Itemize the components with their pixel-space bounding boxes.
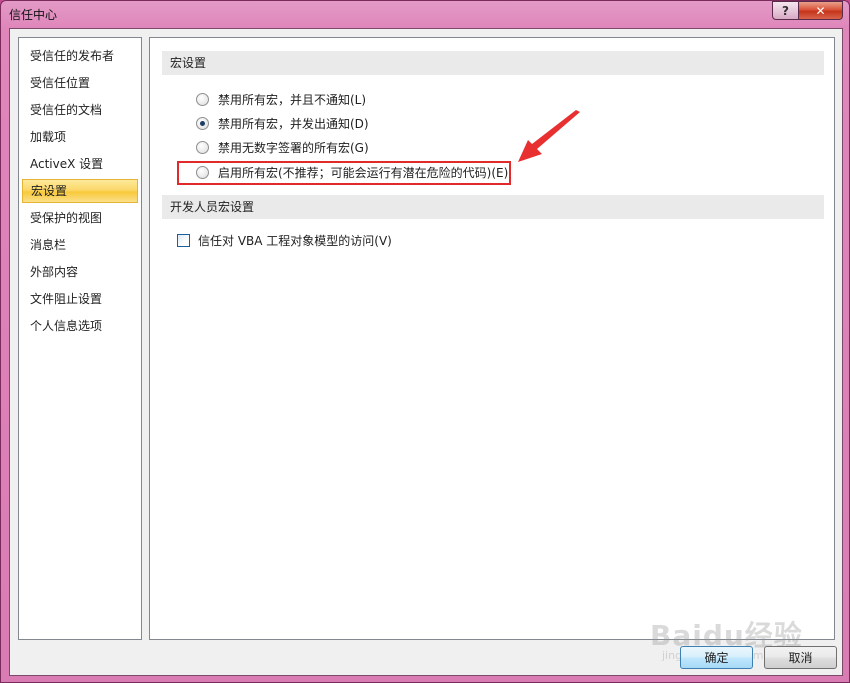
trust-center-dialog: 信任中心 ? ✕ 受信任的发布者 受信任位置 受信任的文档 加载项 Active… <box>0 0 850 683</box>
sidebar-nav: 受信任的发布者 受信任位置 受信任的文档 加载项 ActiveX 设置 宏设置 … <box>18 37 142 640</box>
settings-panel: 宏设置 禁用所有宏，并且不通知(L) 禁用所有宏，并发出通知(D) 禁用无数字签… <box>149 37 835 640</box>
cancel-button[interactable]: 取消 <box>764 646 837 669</box>
ok-button[interactable]: 确定 <box>680 646 753 669</box>
vba-access-label: 信任对 VBA 工程对象模型的访问(V) <box>198 233 392 248</box>
radio-label: 禁用所有宏，并且不通知(L) <box>218 92 367 107</box>
help-icon: ? <box>782 3 789 18</box>
sidebar-item-macro-settings[interactable]: 宏设置 <box>22 179 138 203</box>
macro-settings-header: 宏设置 <box>162 51 824 75</box>
annotation-highlight-box <box>177 161 511 185</box>
help-button[interactable]: ? <box>772 1 799 20</box>
sidebar-item-trusted-publishers[interactable]: 受信任的发布者 <box>22 44 138 68</box>
title-buttons: ? ✕ <box>772 1 843 20</box>
sidebar-item-external-content[interactable]: 外部内容 <box>22 260 138 284</box>
radio-disable-no-notify[interactable]: 禁用所有宏，并且不通知(L) <box>196 90 366 108</box>
sidebar-item-trusted-locations[interactable]: 受信任位置 <box>22 71 138 95</box>
sidebar-item-activex[interactable]: ActiveX 设置 <box>22 152 138 176</box>
title-bar[interactable]: 信任中心 ? ✕ <box>1 1 849 28</box>
sidebar-item-privacy-options[interactable]: 个人信息选项 <box>22 314 138 338</box>
radio-disable-with-notify[interactable]: 禁用所有宏，并发出通知(D) <box>196 114 369 132</box>
vba-access-checkbox-row[interactable]: 信任对 VBA 工程对象模型的访问(V) <box>177 231 392 249</box>
radio-label: 禁用所有宏，并发出通知(D) <box>218 116 369 131</box>
radio-button[interactable] <box>196 116 209 130</box>
sidebar-item-trusted-documents[interactable]: 受信任的文档 <box>22 98 138 122</box>
radio-button[interactable] <box>196 92 209 106</box>
radio-button[interactable] <box>196 140 209 154</box>
sidebar-item-add-ins[interactable]: 加载项 <box>22 125 138 149</box>
annotation-arrow-icon <box>518 110 580 162</box>
close-icon: ✕ <box>815 3 826 18</box>
sidebar-item-message-bar[interactable]: 消息栏 <box>22 233 138 257</box>
sidebar-item-file-block[interactable]: 文件阻止设置 <box>22 287 138 311</box>
vba-access-checkbox[interactable] <box>177 233 190 247</box>
developer-settings-header: 开发人员宏设置 <box>162 195 824 219</box>
window-title: 信任中心 <box>9 8 58 22</box>
radio-label: 禁用无数字签署的所有宏(G) <box>218 140 369 155</box>
sidebar-item-protected-view[interactable]: 受保护的视图 <box>22 206 138 230</box>
close-button[interactable]: ✕ <box>799 1 843 20</box>
radio-disable-unsigned[interactable]: 禁用无数字签署的所有宏(G) <box>196 138 369 156</box>
dialog-client: 受信任的发布者 受信任位置 受信任的文档 加载项 ActiveX 设置 宏设置 … <box>9 28 843 676</box>
